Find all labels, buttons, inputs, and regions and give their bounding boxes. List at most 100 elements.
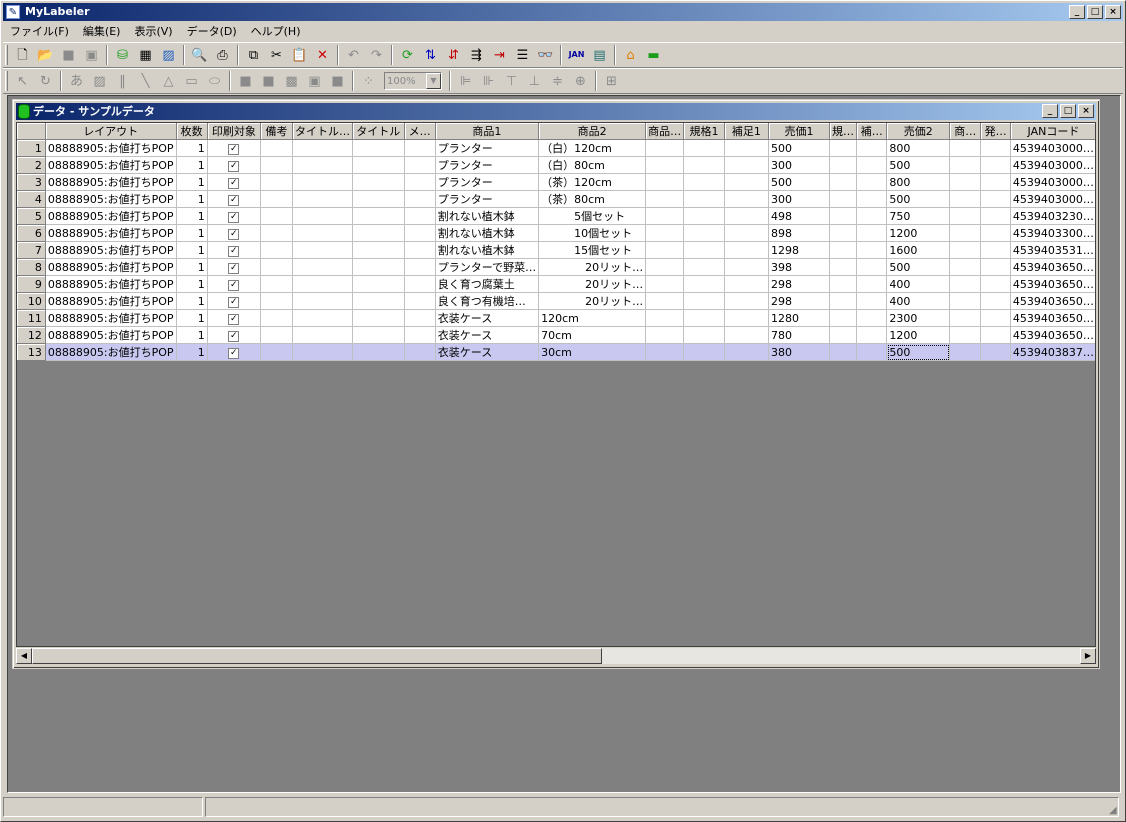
table-cell[interactable]: 1 xyxy=(176,224,208,242)
print-target-checkbox[interactable]: ✓ xyxy=(207,241,261,259)
column-header[interactable]: 売価1 xyxy=(768,123,831,140)
table-cell[interactable] xyxy=(856,292,888,310)
table-cell[interactable] xyxy=(829,343,858,361)
table-cell[interactable] xyxy=(856,258,888,276)
column-header[interactable]: メ… xyxy=(404,123,436,140)
table-cell[interactable] xyxy=(292,292,353,310)
table-cell[interactable]: （茶）80cm xyxy=(538,190,647,208)
table-cell[interactable] xyxy=(404,190,436,208)
table-cell[interactable] xyxy=(352,207,405,225)
table-cell[interactable] xyxy=(292,326,353,344)
table-cell[interactable] xyxy=(949,224,982,242)
column-header[interactable]: 補足1 xyxy=(724,123,769,140)
print-target-checkbox[interactable]: ✓ xyxy=(207,343,261,361)
table-cell[interactable] xyxy=(829,309,858,327)
maximize-button[interactable]: □ xyxy=(1087,5,1103,19)
table-row[interactable]: 10 08888905:お値打ちPOP 1 ✓ 良く育つ有機培… 20リット… 298 40… xyxy=(17,292,1095,310)
checkmark-icon[interactable]: ✓ xyxy=(228,348,240,359)
open-folder-icon[interactable]: 📂 xyxy=(34,44,57,66)
table-cell[interactable] xyxy=(829,139,858,157)
app-icon[interactable]: ✎ xyxy=(6,5,20,19)
table-cell[interactable] xyxy=(645,292,685,310)
row-header[interactable]: 1 xyxy=(17,139,46,157)
print-target-checkbox[interactable]: ✓ xyxy=(207,190,261,208)
column-header[interactable]: 補… xyxy=(856,123,888,140)
table-cell[interactable]: 70cm xyxy=(538,326,647,344)
table-cell[interactable] xyxy=(260,139,294,157)
checkmark-icon[interactable]: ✓ xyxy=(228,144,240,155)
table-cell[interactable] xyxy=(980,207,1011,225)
table-cell[interactable]: （茶）120cm xyxy=(538,173,647,191)
rotate-icon[interactable]: ↻ xyxy=(34,70,57,92)
align-top-icon[interactable]: ⊤ xyxy=(500,70,523,92)
table-cell[interactable] xyxy=(980,292,1011,310)
table-cell[interactable]: 898 xyxy=(768,224,831,242)
row-header[interactable]: 10 xyxy=(17,292,46,310)
table-cell[interactable] xyxy=(724,258,769,276)
checkmark-icon[interactable]: ✓ xyxy=(228,263,240,274)
table-cell[interactable] xyxy=(645,207,685,225)
delete-row-icon[interactable]: ⇥ xyxy=(488,44,511,66)
table-cell[interactable] xyxy=(856,343,888,361)
table-cell[interactable] xyxy=(260,309,294,327)
maximize-button[interactable]: □ xyxy=(1060,104,1076,118)
table-row[interactable]: 6 08888905:お値打ちPOP 1 ✓ 割れない植木鉢 10個セット 898 1200… xyxy=(17,224,1095,242)
table-cell[interactable] xyxy=(829,173,858,191)
horizontal-scrollbar[interactable]: ◀ ▶ xyxy=(16,648,1096,664)
table-row[interactable]: 1 08888905:お値打ちPOP 1 ✓ プランター （白）120cm 500 800 45… xyxy=(17,139,1095,157)
table-cell[interactable]: 4539403650… xyxy=(1010,309,1095,327)
table-cell[interactable] xyxy=(683,343,725,361)
print-target-checkbox[interactable]: ✓ xyxy=(207,207,261,225)
table-cell[interactable] xyxy=(949,292,982,310)
insert-row-icon[interactable]: ⇶ xyxy=(465,44,488,66)
save-icon[interactable]: ■ xyxy=(57,44,80,66)
table-cell[interactable] xyxy=(683,241,725,259)
checkmark-icon[interactable]: ✓ xyxy=(228,229,240,240)
table-cell[interactable]: 08888905:お値打ちPOP xyxy=(45,207,177,225)
checkmark-icon[interactable]: ✓ xyxy=(228,195,240,206)
table-cell[interactable]: 4539403000… xyxy=(1010,173,1095,191)
line-tool-icon[interactable]: ╲ xyxy=(134,70,157,92)
print-target-checkbox[interactable]: ✓ xyxy=(207,173,261,191)
checkmark-icon[interactable]: ✓ xyxy=(228,246,240,257)
column-header[interactable]: 備考 xyxy=(260,123,294,140)
table-cell[interactable] xyxy=(404,343,436,361)
table-cell[interactable]: 1200 xyxy=(886,224,951,242)
menu-view[interactable]: 表示(V) xyxy=(127,22,179,41)
table-cell[interactable]: （白）80cm xyxy=(538,156,647,174)
table-cell[interactable] xyxy=(645,309,685,327)
cut-icon[interactable]: ✂ xyxy=(265,44,288,66)
table-cell[interactable] xyxy=(292,309,353,327)
table-cell[interactable] xyxy=(404,241,436,259)
table-cell[interactable] xyxy=(260,343,294,361)
table-cell[interactable]: 1 xyxy=(176,258,208,276)
table-cell[interactable]: 20リット… xyxy=(538,258,647,276)
table-cell[interactable]: 800 xyxy=(886,173,951,191)
print-target-checkbox[interactable]: ✓ xyxy=(207,139,261,157)
table-cell[interactable]: 1 xyxy=(176,343,208,361)
table-cell[interactable]: 2300 xyxy=(886,309,951,327)
table-cell[interactable] xyxy=(352,258,405,276)
table-cell[interactable]: 15個セット xyxy=(538,241,647,259)
pointer-icon[interactable]: ↖ xyxy=(11,70,34,92)
table-cell[interactable] xyxy=(645,190,685,208)
table-cell[interactable] xyxy=(829,326,858,344)
data-window-title-bar[interactable]: データ - サンプルデータ _ □ × xyxy=(16,103,1096,120)
print-target-checkbox[interactable]: ✓ xyxy=(207,326,261,344)
table-cell[interactable]: 500 xyxy=(886,343,951,361)
chart-icon[interactable]: ▩ xyxy=(280,70,303,92)
row-header[interactable]: 2 xyxy=(17,156,46,174)
table-cell[interactable] xyxy=(645,326,685,344)
print-icon[interactable]: ⎙ xyxy=(211,44,234,66)
table-row[interactable]: 13 08888905:お値打ちPOP 1 ✓ 衣装ケース 30cm 380 500 45394… xyxy=(17,343,1095,361)
table-cell[interactable] xyxy=(829,292,858,310)
table-cell[interactable]: 400 xyxy=(886,275,951,293)
table-cell[interactable] xyxy=(352,292,405,310)
row-header[interactable]: 9 xyxy=(17,275,46,293)
table-cell[interactable]: 300 xyxy=(768,190,831,208)
column-header[interactable]: 規格1 xyxy=(683,123,725,140)
row-header[interactable]: 4 xyxy=(17,190,46,208)
minimize-button[interactable]: _ xyxy=(1042,104,1058,118)
table-cell[interactable]: プランター xyxy=(435,190,540,208)
table-cell[interactable]: 08888905:お値打ちPOP xyxy=(45,258,177,276)
